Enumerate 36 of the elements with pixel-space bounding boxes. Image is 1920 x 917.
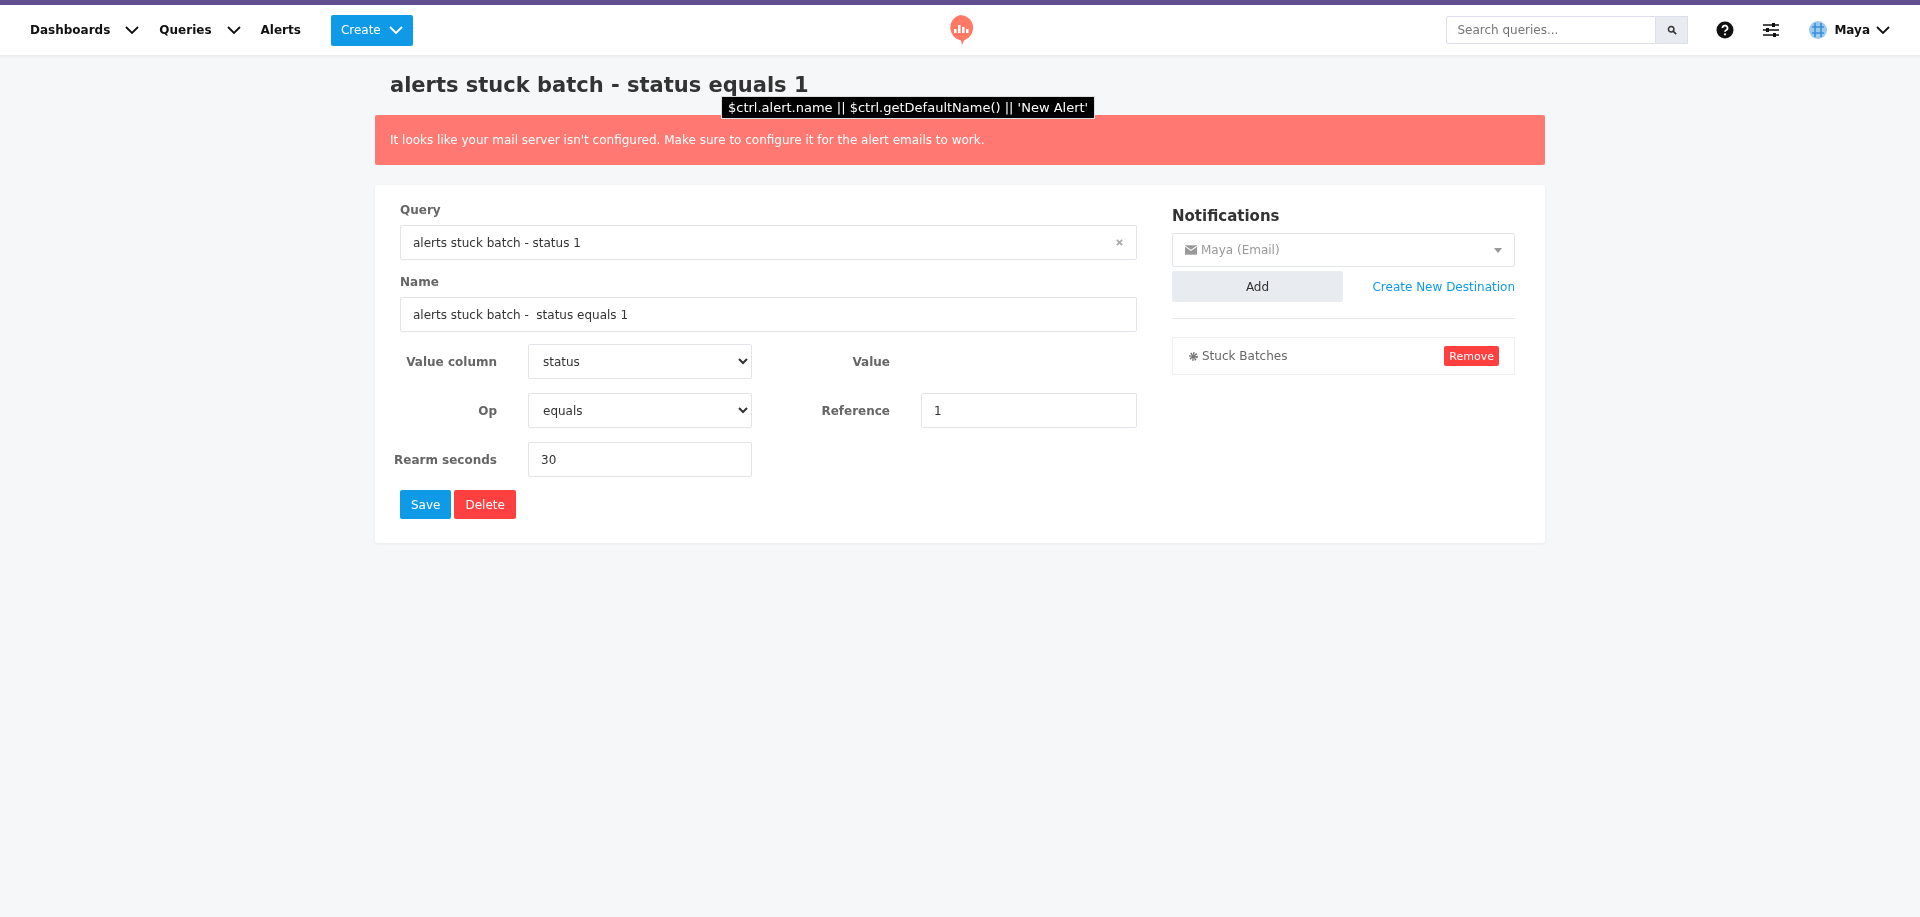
field-label: Query (400, 203, 442, 217)
chevron-down-icon (226, 26, 241, 34)
page-title: alerts stuck batch - status equals 1 (390, 73, 809, 97)
search-field[interactable]: Search queries... (1446, 16, 1657, 44)
subscription-name: Stuck Batches (1202, 349, 1289, 363)
nav-menu-item[interactable]: Queries (159, 23, 241, 37)
user-menu[interactable]: Maya (1808, 20, 1890, 40)
input-field[interactable]: 30 (528, 442, 752, 477)
nav-menu-item[interactable]: Dashboards (30, 23, 140, 37)
field-label: Op (478, 403, 497, 418)
query-select[interactable]: alerts stuck batch - status 1 (400, 225, 1137, 260)
section-title: Notifications (1172, 207, 1281, 225)
warning-banner: It looks like your mail server isn't configured. Make sure to configure it for the alert emails to work. (375, 115, 1545, 165)
field-label: Rearm seconds (394, 452, 497, 467)
add-button[interactable]: Add (1172, 271, 1343, 302)
user-avatar-icon (1808, 20, 1829, 40)
field-label: Value column (406, 354, 497, 369)
search-icon (1666, 25, 1677, 35)
settings-icon[interactable] (1762, 22, 1781, 38)
dropdown-select[interactable]: equals (528, 393, 752, 428)
input-field[interactable]: 1 (921, 393, 1137, 428)
tooltip: $ctrl.alert.name || $ctrl.getDefaultName() || 'New Alert' (721, 96, 1096, 119)
field-label: Name (400, 275, 440, 289)
name-input[interactable]: alerts stuck batch - status equals 1 (400, 297, 1137, 332)
chevron-down-icon (125, 26, 140, 34)
dropdown-select[interactable]: status (528, 344, 752, 379)
gear-icon (1188, 350, 1199, 362)
help-icon[interactable] (1716, 21, 1735, 39)
chevron-down-icon (1876, 26, 1890, 34)
nav-menu-item[interactable]: Alerts (260, 23, 301, 37)
search-button[interactable] (1656, 16, 1689, 44)
field-label: Value (852, 354, 890, 369)
caret-icon (1494, 247, 1502, 253)
field-label: Reference (821, 403, 890, 418)
chevron-down-icon (388, 26, 403, 34)
envelope-icon (1185, 245, 1197, 255)
